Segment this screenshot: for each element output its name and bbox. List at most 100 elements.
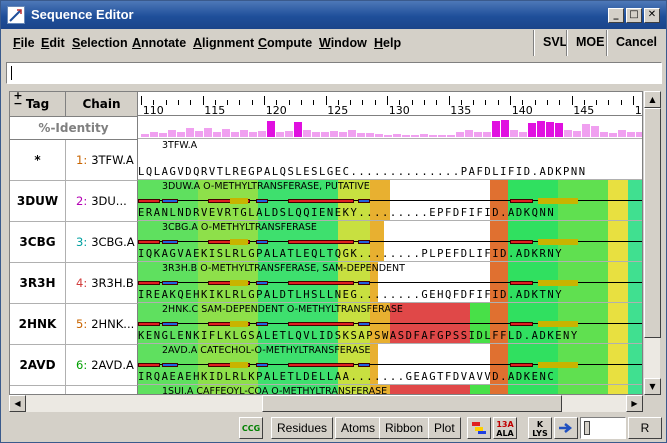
vertical-scrollbar[interactable]: ▲ ▼ (643, 91, 661, 395)
menu-alignment[interactable]: Alignment (193, 36, 254, 50)
identity-label: %-Identity (10, 117, 138, 140)
horizontal-scrollbar[interactable]: ◀ ▶ (9, 395, 643, 412)
residue-sequence[interactable]: ERANLNDRVEVRTGLALDSLQQIENEKY.........EPF… (138, 207, 555, 219)
tag-cell[interactable]: 3R3H (10, 263, 66, 304)
ribbon-button[interactable]: Ribbon (379, 417, 430, 439)
ruler-label: 115 (204, 104, 226, 117)
tag-cell[interactable]: 3CBG (10, 222, 66, 263)
sequence-row[interactable]: 3CBG.A O-METHYLTRANSFERASE IQKAGVAEKISLRL… (138, 221, 642, 262)
residue-name-button[interactable]: K LYS (528, 417, 552, 439)
identity-bar (402, 135, 410, 137)
title-bar[interactable]: Sequence Editor _ □ ✕ (1, 1, 666, 29)
chain-cell[interactable]: 1: 3TFW.A (66, 140, 138, 181)
chain-cell[interactable] (66, 386, 138, 394)
identity-bar (519, 132, 527, 137)
plot-button[interactable]: Plot (428, 417, 461, 439)
minimize-icon[interactable]: _ (608, 8, 624, 23)
identity-bar (357, 133, 365, 137)
identity-bar (537, 121, 545, 137)
sequence-row[interactable]: 1SUI.A CAFFEOYL-COA O-METHYLTRANSFERASE (138, 385, 642, 394)
ruler-label: 110 (142, 104, 164, 117)
tag-cell[interactable]: 3DUW (10, 181, 66, 222)
zoom-slider-handle[interactable] (584, 421, 590, 435)
menu-selection[interactable]: Selection (72, 36, 128, 50)
identity-bar (267, 121, 275, 137)
menu-compute[interactable]: Compute (258, 36, 312, 50)
residue-label-button[interactable]: 13A ALA (493, 417, 517, 439)
tag-cell[interactable] (10, 386, 66, 394)
app-logo-icon (7, 6, 25, 24)
ruler-tick (473, 100, 475, 105)
chain-cell[interactable]: 4: 3R3H.B (66, 263, 138, 304)
conservation-block (508, 385, 558, 394)
residue-sequence[interactable]: IRQAEAEHKIDLRLKPALETLDELLAA.......GEAGTF… (138, 371, 555, 383)
helix-segment (138, 199, 160, 203)
identity-bar (159, 133, 167, 137)
ruler-tick (251, 100, 253, 105)
chain-cell[interactable]: 2: 3DU... (66, 181, 138, 222)
vertical-scroll-thumb[interactable] (644, 108, 661, 338)
tag-header[interactable]: + − Tag (10, 92, 66, 117)
identity-bar (348, 130, 356, 137)
tag-cell[interactable]: * (10, 140, 66, 181)
menu-window[interactable]: Window (319, 36, 367, 50)
expand-collapse-icon[interactable]: + − (10, 92, 26, 109)
menu-annotate[interactable]: Annotate (132, 36, 186, 50)
cancel-button[interactable]: Cancel (607, 30, 665, 56)
identity-bar (411, 135, 419, 137)
residue-sequence[interactable]: IQKAGVAEKISLRLGPALATLEQLTQGK........PLPE… (138, 248, 563, 260)
sequence-row[interactable]: 2HNK.C SAM-DEPENDENT O-METHYLTRANSFERASE… (138, 303, 642, 344)
window-title: Sequence Editor (31, 7, 134, 22)
chain-name: 3DU... (91, 194, 127, 208)
arrow-icon[interactable] (554, 417, 578, 439)
zoom-slider[interactable] (580, 417, 626, 439)
ruler-label: 140 (511, 104, 533, 117)
helix-segment (138, 322, 160, 326)
sequence-row[interactable]: 3TFW.A LQLAGVDQRVTLREGPALQSLESLGEC.......… (138, 139, 642, 180)
horizontal-scroll-thumb[interactable] (262, 395, 562, 412)
chain-cell[interactable]: 3: 3CBG.A (66, 222, 138, 263)
ruler-tick (227, 100, 229, 105)
sequence-row[interactable]: 3DUW.A O-METHYLTRANSFERASE, PUTATIVE ERAN… (138, 180, 642, 221)
sequence-row[interactable]: 3R3H.B O-METHYLTRANSFERASE, SAM-DEPENDEN… (138, 262, 642, 303)
close-icon[interactable]: ✕ (644, 8, 660, 23)
chain-header[interactable]: Chain (66, 92, 138, 117)
row-annotation: 2HNK.C SAM-DEPENDENT O-METHYLTRANSFERASE (162, 304, 403, 315)
scroll-down-icon[interactable]: ▼ (644, 378, 661, 395)
identity-bar (429, 135, 437, 137)
strand-arrow (538, 198, 578, 204)
identity-bar (330, 131, 338, 137)
maximize-icon[interactable]: □ (626, 8, 642, 23)
moe-button[interactable]: MOE (567, 30, 612, 56)
menu-edit[interactable]: Edit (41, 36, 65, 50)
ccg-button[interactable]: CCG (239, 417, 263, 439)
residue-sequence[interactable]: KENGLENKIFLKLGSALETLQVLIDSKSAPSWASDFAFGP… (138, 330, 579, 342)
helix-segment (162, 199, 178, 203)
menu-file[interactable]: File (13, 36, 35, 50)
menu-help[interactable]: Help (374, 36, 401, 50)
residue-sequence[interactable]: IREAKQEHKIKLRLGPALDTLHSLLNEG........GEHQ… (138, 289, 563, 301)
r-button[interactable]: R (628, 417, 662, 439)
chain-cell[interactable]: 5: 2HNK... (66, 304, 138, 345)
tag-cell[interactable]: 2AVD (10, 345, 66, 386)
helix-segment (288, 363, 354, 367)
chain-name: 2AVD.A (91, 358, 134, 372)
identity-bar (582, 124, 590, 137)
ruler-tick (608, 100, 610, 105)
scroll-left-icon[interactable]: ◀ (9, 395, 26, 412)
row-annotation: 3TFW.A (162, 140, 198, 151)
helix-segment (138, 363, 160, 367)
ruler-tick (190, 100, 192, 105)
scroll-up-icon[interactable]: ▲ (644, 91, 661, 108)
residue-sequence[interactable]: LQLAGVDQRVTLREGPALQSLESLGEC.............… (138, 166, 587, 178)
tag-cell[interactable]: 2HNK (10, 304, 66, 345)
scroll-right-icon[interactable]: ▶ (626, 395, 643, 412)
atoms-button[interactable]: Atoms (335, 417, 382, 439)
sequence-row[interactable]: 2AVD.A CATECHOL-O-METHYLTRANSFERASE IRQAE… (138, 344, 642, 385)
color-scheme-icon[interactable] (467, 417, 491, 439)
chain-cell[interactable]: 6: 2AVD.A (66, 345, 138, 386)
sequence-area[interactable]: 110115120125130135140145150155160165 3TF… (138, 92, 642, 394)
residues-button[interactable]: Residues (271, 417, 334, 439)
ruler-tick (559, 100, 561, 105)
command-input[interactable] (6, 62, 662, 84)
